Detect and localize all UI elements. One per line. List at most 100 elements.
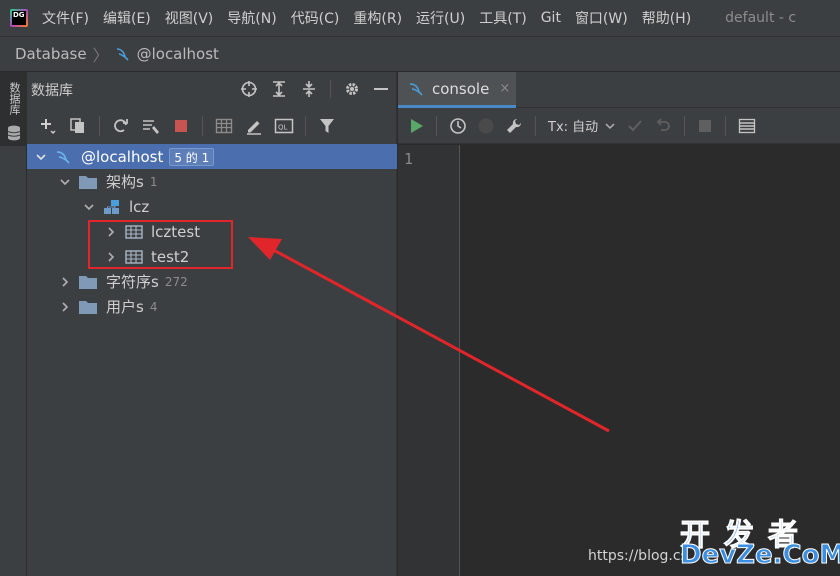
chevron-down-icon [605,122,615,129]
panel-toolbar: QL [27,108,397,144]
commit-check-icon [628,119,642,131]
watermark-logo: 开发者 DevZe.CoM [679,510,840,574]
menu-run[interactable]: 运行(U) [416,8,465,28]
breadcrumb-localhost[interactable]: @localhost [115,45,219,63]
menu-git[interactable]: Git [541,10,561,26]
ql-console-icon: QL [274,118,294,134]
breadcrumb-localhost-label: @localhost [136,45,219,63]
chevron-right-icon[interactable] [103,224,119,240]
menu-bar: DG 文件(F) 编辑(E) 视图(V) 导航(N) 代码(C) 重构(R) 运… [0,0,840,36]
chevron-right-icon[interactable] [57,274,73,290]
mysql-dolphin-icon [56,150,70,164]
expand-all-icon[interactable] [270,80,288,98]
transaction-mode-label: Tx: 自动 [548,120,599,135]
menu-window[interactable]: 窗口(W) [575,8,628,28]
refresh-button[interactable] [110,115,132,137]
run-icon[interactable] [408,118,424,134]
header-separator [330,80,331,98]
folder-icon [79,300,97,314]
mysql-dolphin-icon [409,82,423,96]
menu-navigate[interactable]: 导航(N) [227,8,276,28]
crosshair-icon[interactable] [240,80,258,98]
menu-tools[interactable]: 工具(T) [479,8,526,28]
add-button[interactable] [37,115,59,137]
panel-title: 数据库 [31,83,73,99]
folder-icon [79,275,97,289]
panel-header: 数据库 [27,72,397,108]
gear-icon[interactable] [343,80,361,98]
schema-wrench-icon [143,120,159,134]
item-count: 1 [149,174,158,189]
breadcrumb: Database 〉 @localhost [0,36,840,72]
mysql-dolphin-icon [116,48,129,61]
tree-node-label: lcz [129,197,150,216]
toolbar-separator [202,116,203,136]
filter-icon [320,119,334,133]
menu-code[interactable]: 代码(C) [291,8,340,28]
tab-console[interactable]: console × [398,72,516,108]
toolbar-separator [725,115,727,136]
table-icon [125,249,143,264]
toolbar-separator [535,115,536,136]
tree-node-label: lcztest [151,222,201,241]
chevron-down-icon[interactable] [57,174,73,190]
toolbar-separator [305,116,306,136]
table-icon [125,224,143,239]
tree-node-label: @localhost [81,147,164,166]
menu-view[interactable]: 视图(V) [165,8,214,28]
wrench-icon[interactable] [505,117,523,135]
minimize-icon[interactable] [373,80,389,98]
collapse-all-icon[interactable] [300,80,318,98]
edit-button[interactable] [243,115,265,137]
left-tool-stripe [0,72,27,576]
database-icon [7,125,21,141]
folder-icon [79,175,97,189]
tree-node-localhost[interactable]: @localhost 5 的 1 [27,144,397,169]
window-title: default - c [725,10,797,26]
plus-icon [41,119,56,134]
tree-node-table-test2[interactable]: test2 [27,244,397,269]
svg-text:QL: QL [278,124,288,132]
copy-button[interactable] [67,115,89,137]
menu-refactor[interactable]: 重构(R) [353,8,402,28]
rollback-icon [656,117,671,131]
output-layout-icon[interactable] [738,117,756,135]
table-icon [215,118,233,134]
menu-help[interactable]: 帮助(H) [642,8,691,28]
tab-label: console [432,79,490,98]
chevron-down-icon[interactable] [81,199,97,215]
tree-node-label: 架构s [106,173,144,191]
menu-edit[interactable]: 编辑(E) [103,8,151,28]
tree-node-label: 用户s [106,298,144,316]
chevron-right-icon[interactable] [57,299,73,315]
item-count: 272 [164,274,188,289]
close-icon[interactable]: × [499,81,510,96]
tree-node-collations[interactable]: 字符序s 272 [27,269,397,294]
menu-file[interactable]: 文件(F) [42,8,89,28]
tree-node-schemas[interactable]: 架构s 1 [27,169,397,194]
breadcrumb-database[interactable]: Database [15,45,87,63]
tree-node-label: 字符序s [106,273,159,291]
breadcrumb-separator: 〉 [92,46,109,65]
table-editor-button[interactable] [213,115,235,137]
chevron-down-icon[interactable] [33,149,49,165]
tree-node-users[interactable]: 用户s 4 [27,294,397,319]
chevron-right-icon[interactable] [103,249,119,265]
tree-node-schema-lcz[interactable]: lcz [27,194,397,219]
stop-circle-icon [478,118,494,133]
schema-settings-button[interactable] [140,115,162,137]
line-number: 1 [404,150,414,168]
tree-node-table-lcztest[interactable]: lcztest [27,219,397,244]
line-gutter: 1 [398,145,460,576]
editor-tab-bar: console × [398,72,840,108]
copy-icon [70,118,84,133]
schema-icon [104,199,119,214]
history-clock-icon[interactable] [449,117,467,135]
tree-node-label: test2 [151,247,190,266]
filter-button[interactable] [316,115,338,137]
query-console-button[interactable]: QL [273,115,295,137]
transaction-mode-dropdown[interactable]: Tx: 自动 [548,116,616,135]
refresh-icon [114,119,128,133]
database-stripe-label: 数据库 [8,82,21,115]
stop-button[interactable] [170,115,192,137]
